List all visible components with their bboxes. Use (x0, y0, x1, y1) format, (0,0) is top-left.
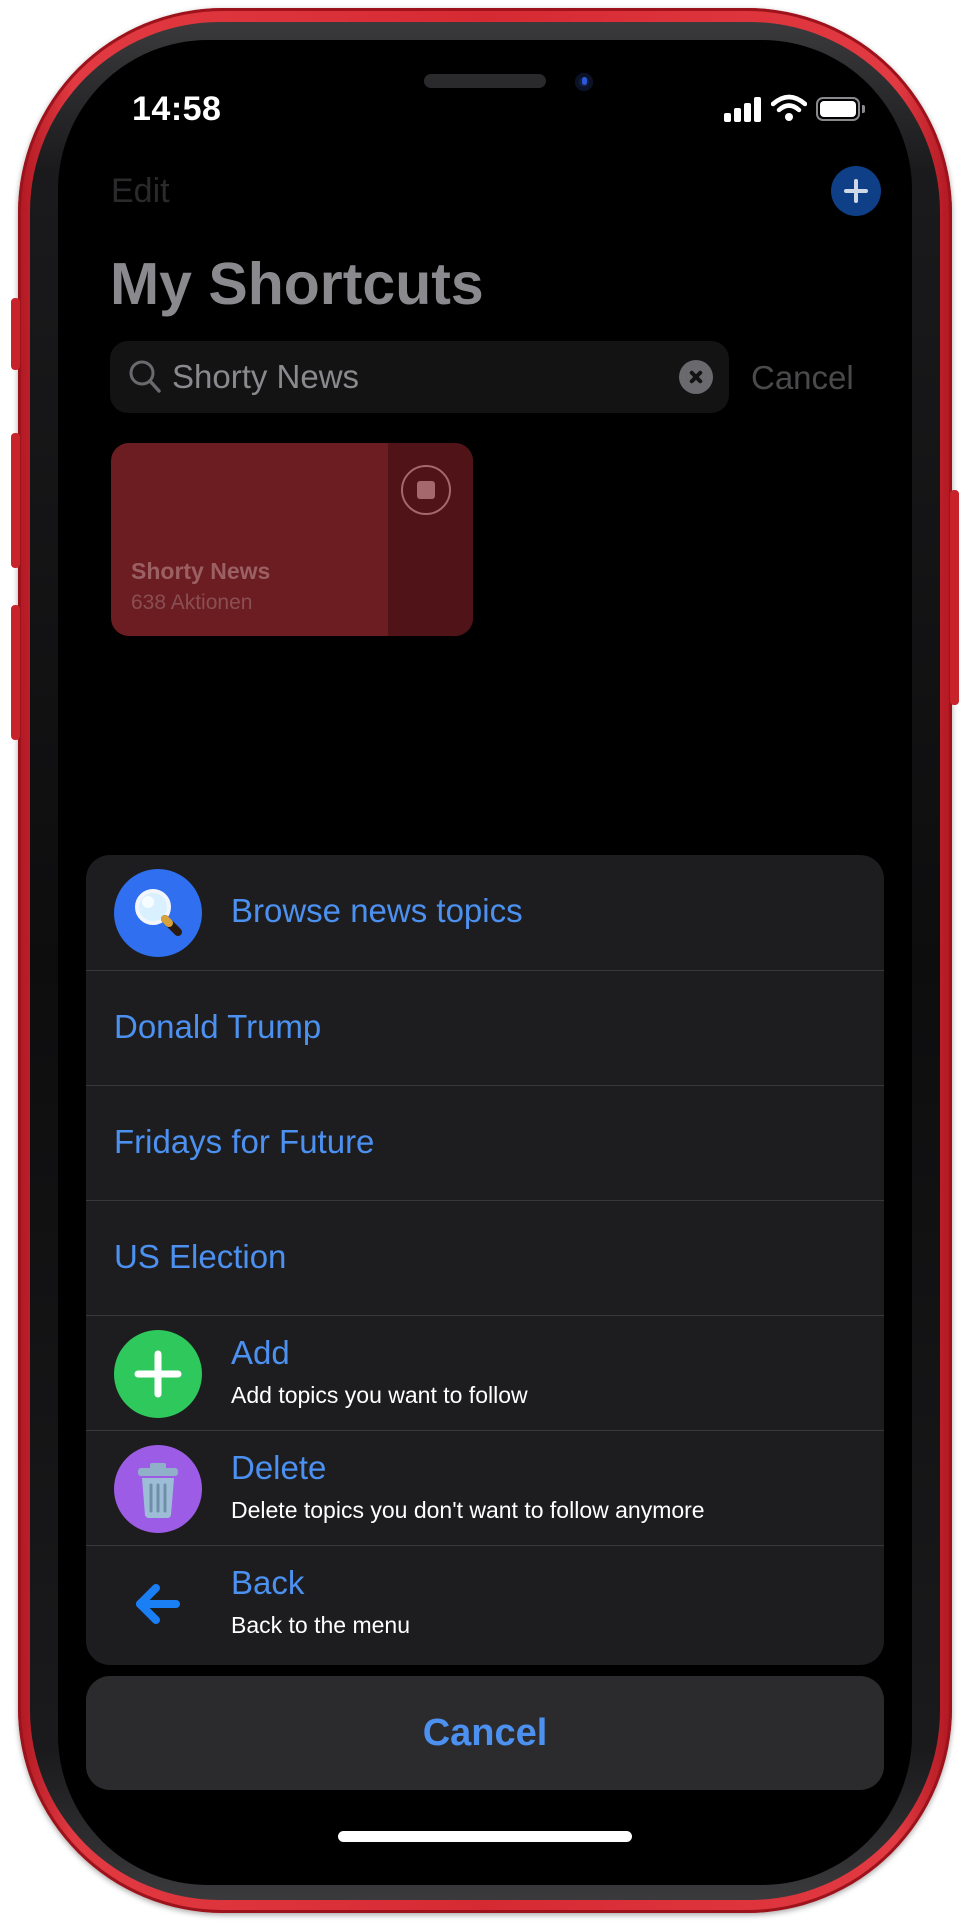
phone-screen: 14:58 Edit My Shortcuts Shorty News Canc… (58, 40, 912, 1885)
stop-icon[interactable] (401, 465, 451, 515)
trash-icon (114, 1445, 202, 1533)
volume-down-button (11, 605, 20, 740)
cellular-signal-icon (724, 96, 762, 122)
sheet-cancel-label: Cancel (422, 1712, 548, 1754)
sheet-item-add[interactable]: Add Add topics you want to follow (86, 1315, 884, 1430)
sheet-item-label: Back (231, 1564, 305, 1601)
arrow-left-icon (114, 1560, 202, 1648)
clear-search-icon[interactable] (679, 360, 713, 394)
search-input[interactable]: Shorty News (172, 358, 359, 396)
mute-switch (11, 298, 20, 370)
action-sheet: Browse news topics Donald Trump Fridays … (86, 855, 884, 1665)
sheet-item-subtitle: Delete topics you don't want to follow a… (231, 1497, 705, 1523)
sheet-item-label: US Election (114, 1238, 287, 1275)
sheet-item-label: Donald Trump (114, 1008, 322, 1045)
magnifier-icon (114, 869, 202, 957)
sheet-item-donald-trump[interactable]: Donald Trump (86, 970, 884, 1085)
front-camera (575, 73, 593, 91)
wifi-icon (771, 94, 807, 121)
shortcut-card[interactable]: Shorty News 638 Aktionen (111, 443, 473, 636)
sheet-item-us-election[interactable]: US Election (86, 1200, 884, 1315)
page-title: My Shortcuts (110, 251, 484, 317)
sheet-item-delete[interactable]: Delete Delete topics you don't want to f… (86, 1430, 884, 1545)
add-shortcut-button[interactable] (831, 166, 881, 216)
earpiece-speaker (424, 74, 546, 88)
shortcut-name: Shorty News (131, 558, 271, 584)
home-indicator[interactable] (338, 1831, 632, 1842)
search-field[interactable]: Shorty News (110, 341, 729, 413)
status-time: 14:58 (132, 90, 222, 128)
sheet-item-browse-news-topics[interactable]: Browse news topics (86, 855, 884, 970)
sheet-item-fridays-for-future[interactable]: Fridays for Future (86, 1085, 884, 1200)
search-icon (129, 360, 161, 393)
volume-up-button (11, 433, 20, 568)
sheet-item-label: Fridays for Future (114, 1123, 375, 1160)
edit-button[interactable]: Edit (111, 172, 170, 211)
shortcut-action-count: 638 Aktionen (131, 591, 253, 614)
sheet-item-back[interactable]: Back Back to the menu (86, 1545, 884, 1660)
sheet-item-label: Delete (231, 1449, 327, 1486)
power-button (950, 490, 959, 705)
plus-icon (114, 1330, 202, 1418)
sheet-cancel-button[interactable]: Cancel (86, 1676, 884, 1790)
sheet-item-subtitle: Add topics you want to follow (231, 1382, 528, 1408)
sheet-item-label: Add (231, 1334, 290, 1371)
sheet-item-label: Browse news topics (231, 892, 523, 929)
search-cancel-button[interactable]: Cancel (751, 359, 854, 397)
sheet-item-subtitle: Back to the menu (231, 1612, 410, 1638)
battery-icon (816, 97, 866, 121)
